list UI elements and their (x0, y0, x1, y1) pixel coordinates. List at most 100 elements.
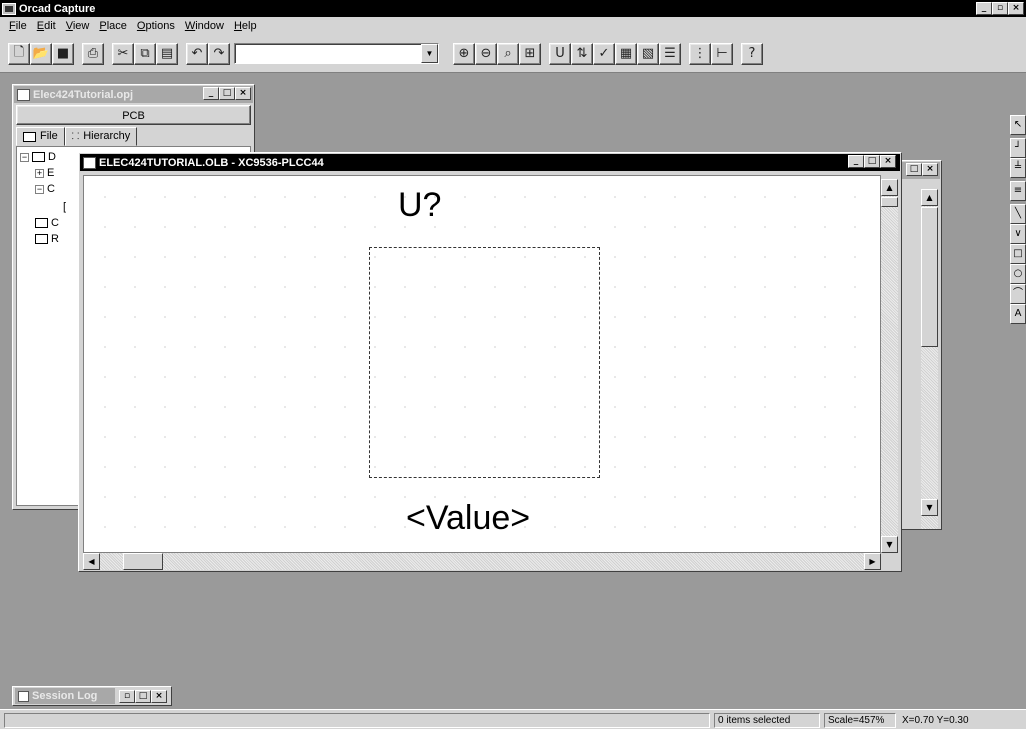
place-arc-icon[interactable]: ⌒ (1010, 284, 1026, 304)
menu-file[interactable]: File (4, 20, 32, 32)
part-editor-maximize-button[interactable]: □ (864, 155, 880, 168)
tree-item[interactable]: R (35, 233, 59, 245)
close-button[interactable]: × (1008, 2, 1024, 15)
session-log-icon (18, 690, 29, 702)
scroll-right-icon[interactable]: ▶ (864, 553, 881, 570)
menu-help[interactable]: Help (229, 20, 262, 32)
project-close-button[interactable]: × (235, 87, 251, 100)
status-selection-count: 0 items selected (714, 713, 820, 728)
menu-place[interactable]: Place (94, 20, 132, 32)
print-icon[interactable]: ⎙ (82, 42, 104, 65)
part-combo-box[interactable]: ▼ (234, 43, 439, 64)
part-drawing-canvas[interactable]: U? <Value> (83, 175, 881, 553)
part-editor-minimize-button[interactable]: _ (848, 155, 864, 168)
tree-item[interactable]: − C (35, 183, 55, 195)
tree-item-label: [ (63, 201, 67, 213)
menu-window-label: indow (195, 20, 224, 32)
redo-icon[interactable]: ↷ (208, 42, 230, 65)
restore-button[interactable]: ▫ (992, 2, 1008, 15)
netlist-icon[interactable]: ▦ (615, 42, 637, 65)
paste-icon[interactable]: ▤ (156, 42, 178, 65)
combo-dropdown-arrow-icon[interactable]: ▼ (421, 44, 438, 63)
cut-icon[interactable]: ✂ (112, 42, 134, 65)
tab-hierarchy[interactable]: ⸬ Hierarchy (64, 127, 138, 146)
place-polyline-icon[interactable]: ∨ (1010, 224, 1026, 244)
background-vertical-scrollbar[interactable]: ▲ ▼ (921, 189, 938, 529)
zoom-all-icon[interactable]: ⊞ (519, 42, 541, 65)
menu-view[interactable]: View (61, 20, 95, 32)
scroll-thumb[interactable] (921, 207, 938, 347)
zoom-in-icon[interactable]: ⊕ (453, 42, 475, 65)
menu-window-mnemonic: W (184, 20, 196, 32)
part-editor-horizontal-scrollbar[interactable]: ◀ ▶ (83, 553, 881, 570)
collapse-icon[interactable]: − (35, 184, 44, 194)
place-text-icon[interactable]: A (1010, 304, 1026, 324)
place-ellipse-icon[interactable]: ○ (1010, 264, 1026, 284)
part-value-label[interactable]: <Value> (406, 499, 530, 538)
tree-item-label: C (51, 217, 59, 229)
zoom-out-icon[interactable]: ⊖ (475, 42, 497, 65)
app-title-bar: Orcad Capture _ ▫ × (0, 0, 1026, 17)
snap-to-grid-icon[interactable]: ⋮ (689, 42, 711, 65)
part-body-outline[interactable] (369, 247, 600, 478)
part-editor-icon (83, 156, 96, 169)
scroll-up-icon[interactable]: ▲ (921, 189, 938, 206)
horizontal-scroll-thumb[interactable] (123, 553, 163, 570)
select-tool-icon[interactable]: ↖ (1010, 115, 1026, 135)
background-maximize-button[interactable]: □ (906, 163, 922, 176)
scroll-down-icon[interactable]: ▼ (921, 499, 938, 516)
copy-icon[interactable]: ⧉ (134, 42, 156, 65)
drc-icon[interactable]: ✓ (593, 42, 615, 65)
part-reference-label[interactable]: U? (398, 186, 441, 225)
place-pin-icon[interactable]: ┘ (1010, 138, 1026, 158)
session-log-title-bar[interactable]: Session Log (15, 688, 115, 704)
tree-item-label: D (48, 151, 56, 163)
menu-edit[interactable]: Edit (32, 20, 61, 32)
project-minimize-button[interactable]: _ (203, 87, 219, 100)
tree-item[interactable]: C (35, 217, 59, 229)
session-log-title: Session Log (32, 690, 98, 702)
cross-reference-icon[interactable]: ▧ (637, 42, 659, 65)
tree-item[interactable]: [ (63, 201, 66, 213)
orcad-app-icon[interactable] (2, 2, 16, 15)
part-editor-vertical-scrollbar[interactable]: ▲ ▼ (881, 179, 898, 553)
back-annotate-icon[interactable]: ⇅ (571, 42, 593, 65)
session-log-minimized[interactable]: Session Log ▫ □ × (12, 686, 172, 706)
session-log-close-button[interactable]: × (151, 689, 167, 703)
annotate-icon[interactable]: U (549, 42, 571, 65)
place-ieee-symbol-icon[interactable]: ≡ (1010, 181, 1026, 201)
part-editor-title-bar[interactable]: ELEC424TUTORIAL.OLB - XC9536-PLCC44 _ □ … (80, 154, 900, 171)
scroll-down-icon[interactable]: ▼ (881, 536, 898, 553)
session-log-maximize-button[interactable]: □ (135, 689, 151, 703)
zoom-area-icon[interactable]: ⌕ (497, 42, 519, 65)
minimize-button[interactable]: _ (976, 2, 992, 15)
undo-icon[interactable]: ↶ (186, 42, 208, 65)
vertical-scroll-thumb[interactable] (881, 197, 898, 207)
save-icon[interactable]: ■ (52, 42, 74, 65)
open-icon[interactable]: 📂 (30, 42, 52, 65)
hierarchy-icon: ⸬ (71, 131, 80, 141)
place-pin-array-icon[interactable]: ╧ (1010, 158, 1026, 178)
project-maximize-button[interactable]: □ (219, 87, 235, 100)
new-icon[interactable]: 🗋 (8, 42, 30, 65)
place-rectangle-icon[interactable]: □ (1010, 244, 1026, 264)
bill-of-materials-icon[interactable]: ☰ (659, 42, 681, 65)
part-editor-close-button[interactable]: × (880, 155, 896, 168)
session-log-restore-button[interactable]: ▫ (119, 689, 135, 703)
project-window-title-bar[interactable]: Elec424Tutorial.opj _ □ × (14, 86, 253, 103)
place-line-icon[interactable]: ╲ (1010, 204, 1026, 224)
menu-edit-label: dit (44, 20, 56, 32)
project-manager-icon[interactable]: ⊢ (711, 42, 733, 65)
tree-item[interactable]: − D (20, 151, 56, 163)
collapse-icon[interactable]: − (20, 152, 29, 162)
help-icon[interactable]: ? (741, 42, 763, 65)
scroll-left-icon[interactable]: ◀ (83, 553, 100, 570)
background-close-button[interactable]: × (922, 163, 938, 176)
tree-item[interactable]: + E (35, 167, 54, 179)
folder-icon (23, 131, 36, 142)
tab-file[interactable]: File (16, 127, 65, 146)
menu-window[interactable]: Window (180, 20, 229, 32)
menu-options[interactable]: Options (132, 20, 180, 32)
expand-icon[interactable]: + (35, 168, 44, 178)
scroll-up-icon[interactable]: ▲ (881, 179, 898, 196)
